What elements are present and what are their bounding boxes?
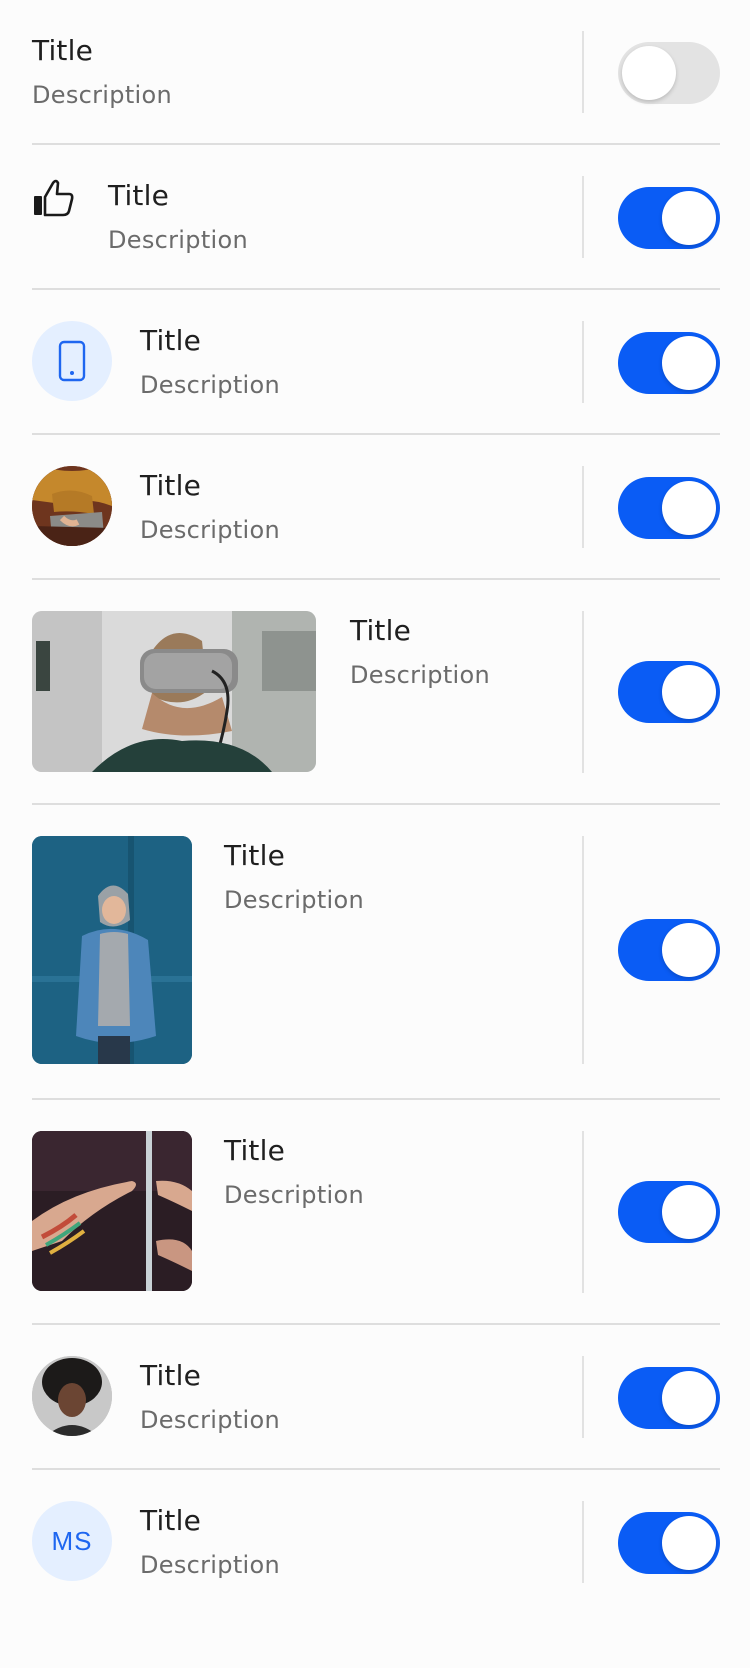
toggle-knob bbox=[662, 191, 716, 245]
list-item-title: Title bbox=[140, 469, 202, 502]
list-item-title: Title bbox=[108, 179, 170, 212]
list-item-description: Description bbox=[224, 886, 364, 914]
phone-icon bbox=[32, 321, 112, 401]
photo-hands-mirror bbox=[32, 1131, 192, 1291]
toggle-switch[interactable] bbox=[618, 919, 720, 981]
list-item: Title Description bbox=[32, 290, 720, 435]
vertical-divider bbox=[582, 466, 584, 548]
toggle-knob bbox=[662, 665, 716, 719]
vertical-divider bbox=[582, 321, 584, 403]
list-item: Title Description bbox=[32, 805, 720, 1100]
list-item-text: Title Description bbox=[140, 1359, 280, 1435]
list-item-description: Description bbox=[350, 661, 490, 689]
list-item: Title Description bbox=[32, 145, 720, 290]
list-item-text: Title Description bbox=[350, 614, 490, 690]
vertical-divider bbox=[582, 1131, 584, 1293]
list-item-description: Description bbox=[224, 1181, 364, 1209]
list-item: MS Title Description bbox=[32, 1470, 720, 1615]
list-item-text: Title Description bbox=[140, 469, 280, 545]
list-item: Title Description bbox=[32, 1325, 720, 1470]
toggle-switch[interactable] bbox=[618, 1512, 720, 1574]
list-item-description: Description bbox=[140, 1551, 280, 1579]
toggle-switch[interactable] bbox=[618, 42, 720, 104]
list-item-text: Title Description bbox=[140, 324, 280, 400]
toggle-knob bbox=[662, 1516, 716, 1570]
toggle-switch[interactable] bbox=[618, 1367, 720, 1429]
vertical-divider bbox=[582, 836, 584, 1064]
vertical-divider bbox=[582, 611, 584, 773]
toggle-switch[interactable] bbox=[618, 477, 720, 539]
list-item-title: Title bbox=[140, 1359, 202, 1392]
avatar-photo bbox=[32, 466, 112, 546]
vertical-divider bbox=[582, 1356, 584, 1438]
toggle-knob bbox=[622, 46, 676, 100]
initials-avatar: MS bbox=[32, 1501, 112, 1581]
toggle-switch[interactable] bbox=[618, 1181, 720, 1243]
toggle-knob bbox=[662, 1185, 716, 1239]
list-item-description: Description bbox=[108, 226, 248, 254]
list-item: Title Description bbox=[32, 0, 720, 145]
list-item-text: Title Description bbox=[224, 839, 364, 915]
list-item-title: Title bbox=[140, 324, 202, 357]
toggle-knob bbox=[662, 1371, 716, 1425]
avatar-photo bbox=[32, 1356, 112, 1436]
toggle-knob bbox=[662, 336, 716, 390]
list-item-description: Description bbox=[140, 371, 280, 399]
list-item-title: Title bbox=[140, 1504, 202, 1537]
photo-vr-headset bbox=[32, 611, 316, 772]
toggle-switch[interactable] bbox=[618, 661, 720, 723]
list-item-text: Title Description bbox=[32, 34, 172, 110]
vertical-divider bbox=[582, 176, 584, 258]
vertical-divider bbox=[582, 31, 584, 113]
list-item-description: Description bbox=[140, 516, 280, 544]
photo-person-denim-jacket bbox=[32, 836, 192, 1064]
toggle-switch[interactable] bbox=[618, 332, 720, 394]
toggle-knob bbox=[662, 481, 716, 535]
list-item-description: Description bbox=[140, 1406, 280, 1434]
list-item-title: Title bbox=[32, 34, 94, 67]
list-item: Title Description bbox=[32, 435, 720, 580]
list-item-title: Title bbox=[350, 614, 412, 647]
toggle-knob bbox=[662, 923, 716, 977]
thumbs-up-icon bbox=[32, 177, 76, 221]
list-item-title: Title bbox=[224, 839, 286, 872]
vertical-divider bbox=[582, 1501, 584, 1583]
list-item: Title Description bbox=[32, 580, 720, 805]
list-item-text: Title Description bbox=[108, 179, 248, 255]
toggle-switch[interactable] bbox=[618, 187, 720, 249]
avatar-initials: MS bbox=[51, 1525, 93, 1556]
list-item: Title Description bbox=[32, 1100, 720, 1325]
list-item-text: Title Description bbox=[140, 1504, 280, 1580]
list-item-description: Description bbox=[32, 81, 172, 109]
list-item-title: Title bbox=[224, 1134, 286, 1167]
list-item-text: Title Description bbox=[224, 1134, 364, 1210]
